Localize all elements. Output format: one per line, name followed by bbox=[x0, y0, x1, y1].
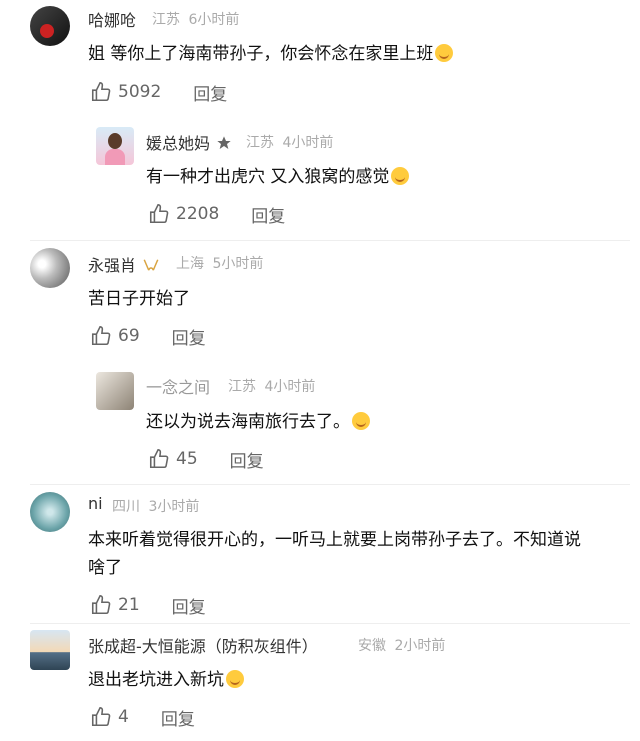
username[interactable]: 永强肖 bbox=[88, 252, 160, 277]
comment-meta: 江苏 4小时前 bbox=[228, 376, 315, 396]
comment-actions: 5092 回复 bbox=[90, 79, 227, 105]
like-count: 2208 bbox=[176, 204, 220, 224]
reply-button[interactable]: 回复 bbox=[193, 80, 227, 105]
thumbs-up-icon bbox=[149, 449, 169, 469]
like-count: 4 bbox=[118, 707, 129, 727]
like-count: 69 bbox=[118, 326, 140, 346]
comment-meta: 江苏 6小时前 bbox=[152, 9, 239, 29]
comment-actions: 4 回复 bbox=[90, 704, 195, 730]
location: 安徽 bbox=[358, 638, 386, 654]
like-button[interactable]: 2208 bbox=[148, 203, 219, 225]
star-badge-icon bbox=[216, 135, 232, 155]
timestamp: 6小时前 bbox=[188, 12, 240, 28]
thumbs-up-icon bbox=[149, 204, 169, 224]
location: 上海 bbox=[176, 256, 204, 272]
username[interactable]: 张成超-大恒能源（防积灰组件） bbox=[88, 633, 318, 657]
like-count: 5092 bbox=[118, 82, 162, 102]
like-count: 21 bbox=[118, 595, 140, 615]
location: 江苏 bbox=[152, 12, 180, 28]
username[interactable]: 媛总她妈 bbox=[146, 130, 232, 155]
avatar[interactable] bbox=[96, 127, 134, 165]
comment-actions: 2208 回复 bbox=[148, 201, 285, 227]
thumbs-up-icon bbox=[91, 82, 111, 102]
avatar[interactable] bbox=[30, 630, 70, 670]
reply-button[interactable]: 回复 bbox=[251, 202, 285, 227]
comment-actions: 69 回复 bbox=[90, 323, 206, 349]
reply-button[interactable]: 回复 bbox=[161, 705, 195, 730]
laugh-cry-emoji-icon bbox=[226, 670, 244, 688]
username[interactable]: 一念之间 bbox=[146, 374, 210, 398]
timestamp: 3小时前 bbox=[148, 499, 200, 515]
like-button[interactable]: 45 bbox=[148, 448, 198, 470]
like-button[interactable]: 69 bbox=[90, 325, 140, 347]
thumbs-up-icon bbox=[91, 707, 111, 727]
divider bbox=[30, 623, 630, 624]
comment-meta: 四川 3小时前 bbox=[112, 496, 199, 516]
divider bbox=[30, 240, 630, 241]
comment-actions: 21 回复 bbox=[90, 592, 206, 618]
timestamp: 4小时前 bbox=[282, 135, 334, 151]
comment-meta: 安徽 2小时前 bbox=[358, 635, 445, 655]
divider bbox=[30, 484, 630, 485]
comment-text: 苦日子开始了 bbox=[88, 289, 190, 309]
avatar[interactable] bbox=[30, 248, 70, 288]
avatar[interactable] bbox=[30, 492, 70, 532]
comment-text: 有一种才出虎穴 又入狼窝的感觉 bbox=[146, 163, 626, 191]
comment-meta: 江苏 4小时前 bbox=[246, 132, 333, 152]
like-count: 45 bbox=[176, 449, 198, 469]
location: 江苏 bbox=[228, 379, 256, 395]
avatar[interactable] bbox=[30, 6, 70, 46]
comment-text: 还以为说去海南旅行去了。 bbox=[146, 408, 626, 436]
avatar[interactable] bbox=[96, 372, 134, 410]
username[interactable]: ni bbox=[88, 494, 103, 513]
laugh-cry-emoji-icon bbox=[435, 44, 454, 62]
comment-text: 本来听着觉得很开心的，一听马上就要上岗带孙子去了。不知道说啥了 bbox=[88, 530, 581, 578]
like-button[interactable]: 5092 bbox=[90, 81, 161, 103]
location: 江苏 bbox=[246, 135, 274, 151]
timestamp: 2小时前 bbox=[394, 638, 446, 654]
vip-badge-icon bbox=[142, 257, 160, 277]
comment-text: 退出老坑进入新坑 bbox=[88, 666, 628, 694]
like-button[interactable]: 4 bbox=[90, 706, 129, 728]
comment-actions: 45 回复 bbox=[148, 446, 264, 472]
username[interactable]: 哈娜呛 bbox=[88, 7, 136, 31]
laugh-cry-emoji-icon bbox=[391, 167, 410, 185]
comment-text: 姐 等你上了海南带孙子，你会怀念在家里上班 bbox=[88, 40, 628, 68]
location: 四川 bbox=[112, 499, 140, 515]
reply-button[interactable]: 回复 bbox=[172, 593, 206, 618]
timestamp: 4小时前 bbox=[264, 379, 316, 395]
laugh-cry-emoji-icon bbox=[352, 412, 370, 430]
thumbs-up-icon bbox=[91, 326, 111, 346]
reply-button[interactable]: 回复 bbox=[172, 324, 206, 349]
like-button[interactable]: 21 bbox=[90, 594, 140, 616]
timestamp: 5小时前 bbox=[212, 256, 264, 272]
comment-meta: 上海 5小时前 bbox=[176, 253, 263, 273]
thumbs-up-icon bbox=[91, 595, 111, 615]
reply-button[interactable]: 回复 bbox=[230, 447, 264, 472]
